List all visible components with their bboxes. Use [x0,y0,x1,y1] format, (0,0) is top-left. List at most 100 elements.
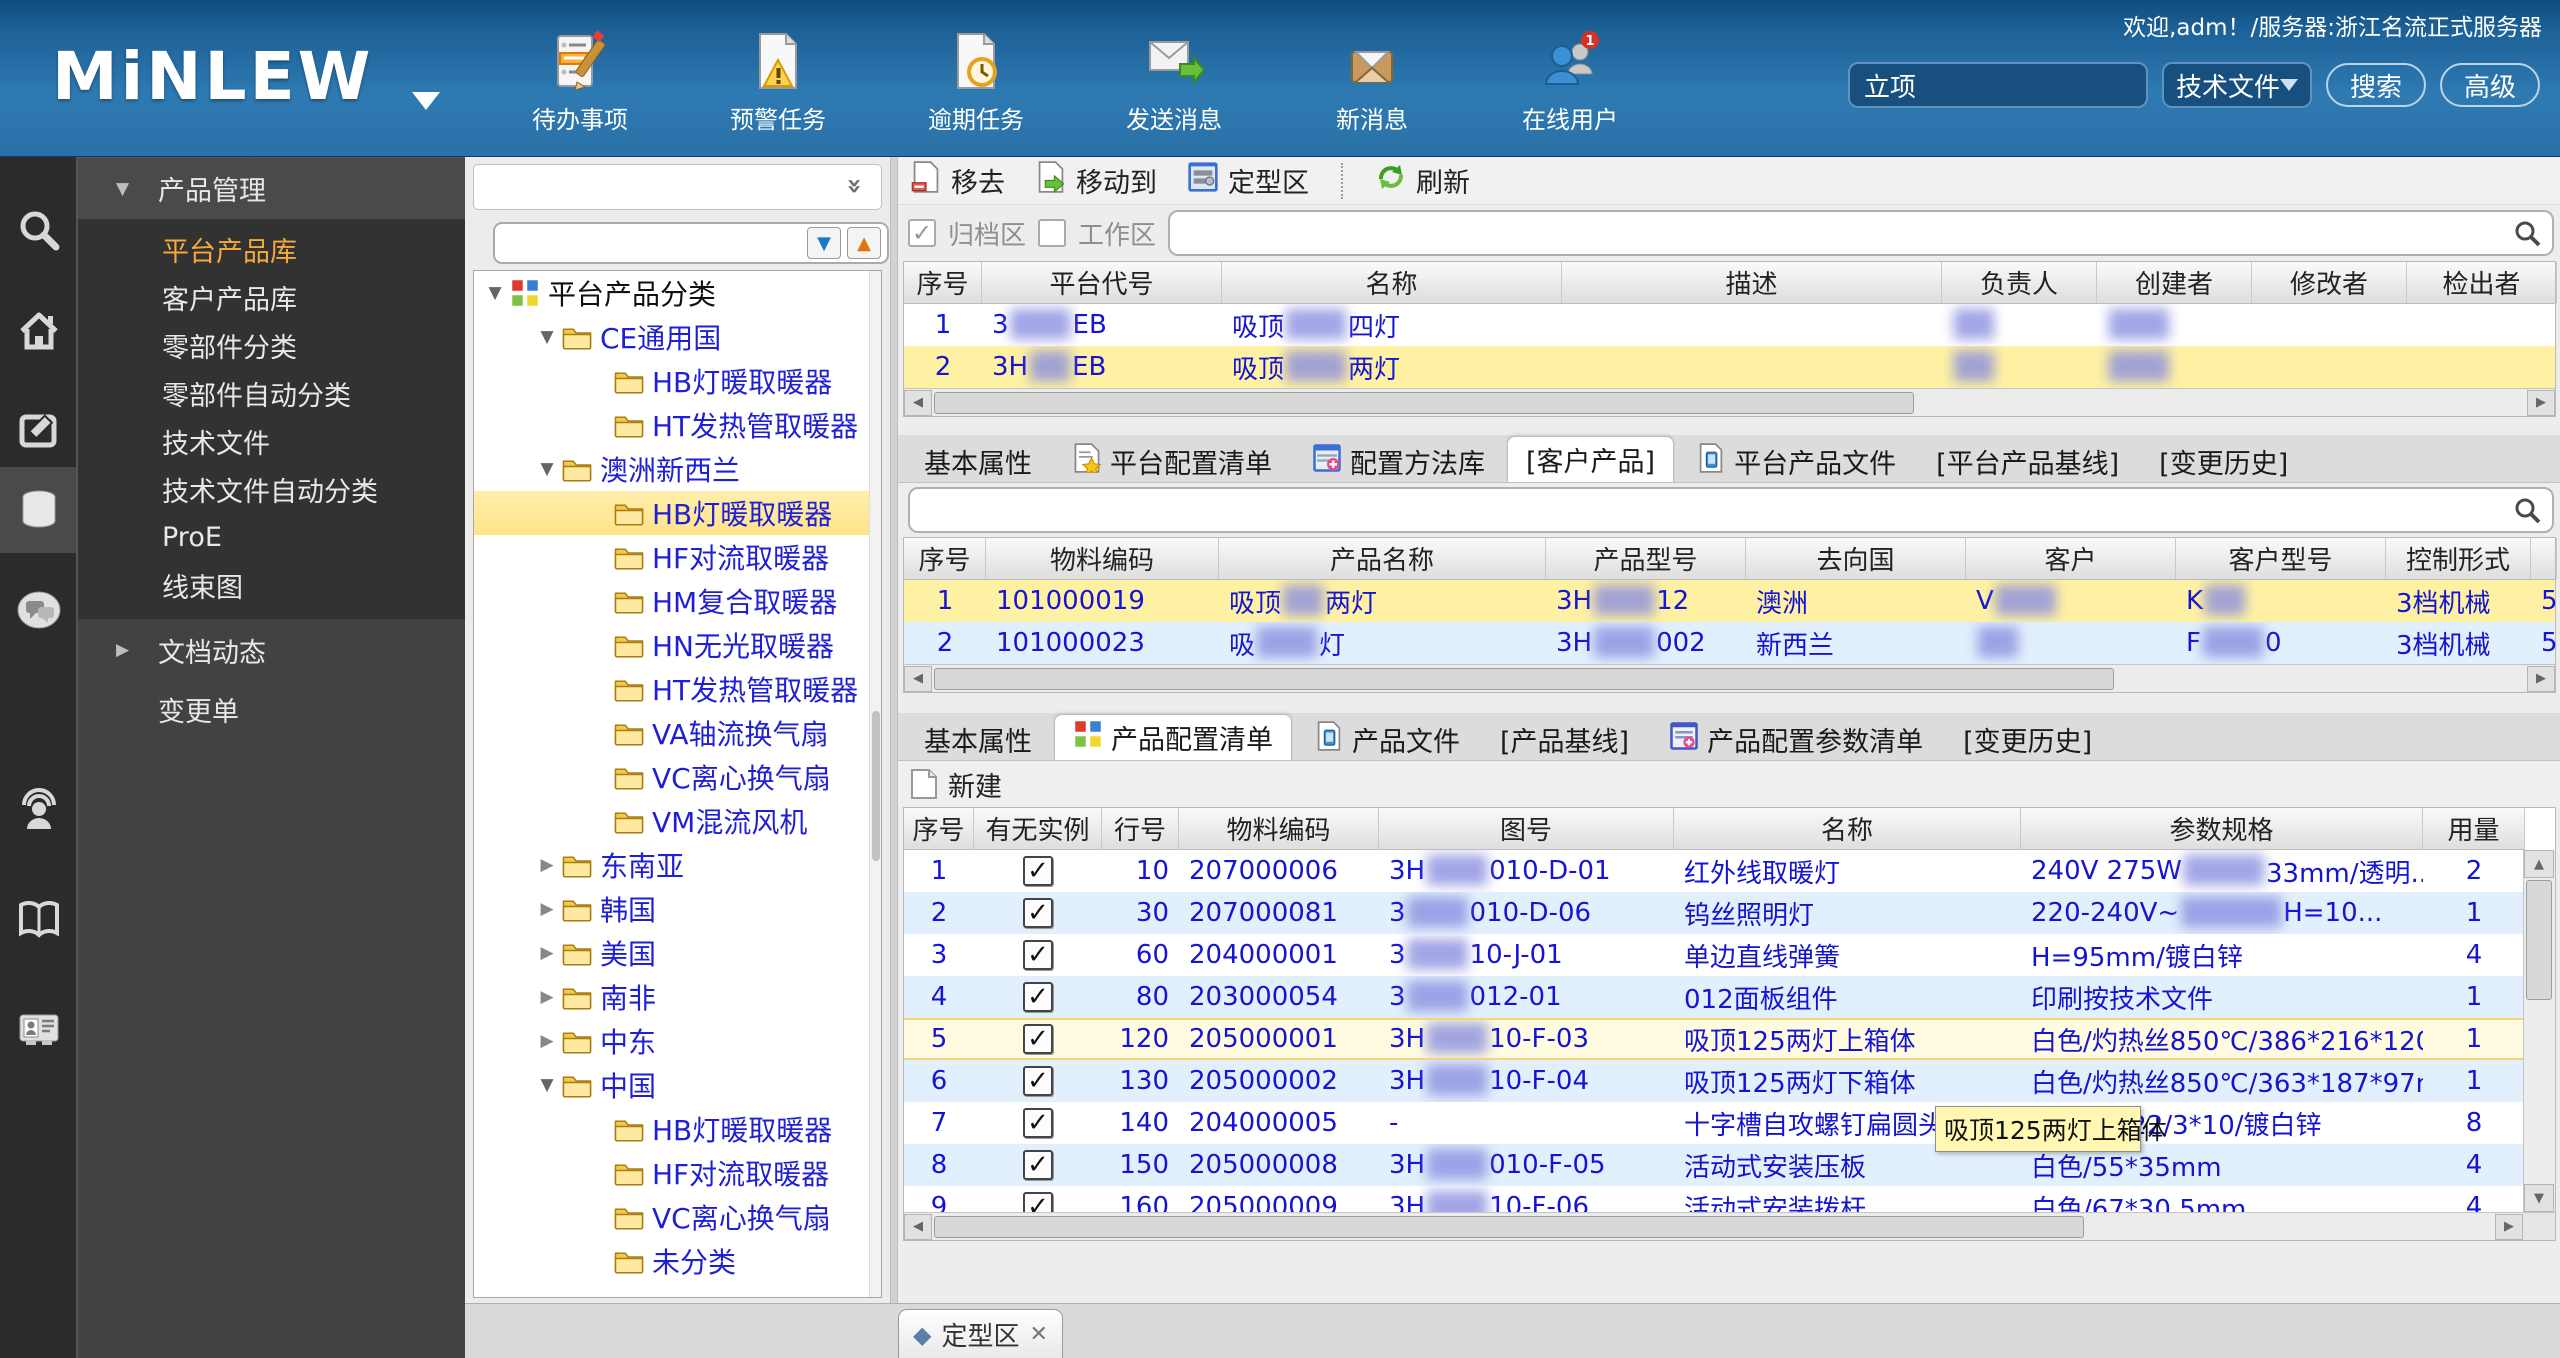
scroll-thumb[interactable] [934,667,2114,690]
column-header[interactable]: 客户 [1966,538,2176,579]
search-category-select[interactable]: 技术文件 [2161,62,2312,108]
table-row[interactable]: 2 3H ██ EB 吸顶 ███ 两灯 ██ ███ [904,346,2555,388]
rail-broadcast-user-icon[interactable] [0,767,78,853]
table-row[interactable]: 8 ✓ 150 205000008 3H ███ 010-F-05 活动式安装压板 白色/55*… [904,1144,2525,1186]
table-row[interactable]: 6 ✓ 130 205000002 3H ███ 10-F-04 吸顶125两灯下箱体 白色/灼… [904,1060,2525,1102]
table-row[interactable]: 2 101000023 吸 ███ 灯 3H ███ 002 新西兰 ██ F ███ 0 3档机械 5 [904,622,2557,664]
column-header[interactable]: 用量 [2423,808,2525,849]
tool-warning-task[interactable]: 预警任务 [703,30,853,135]
advanced-button[interactable]: 高级 [2439,63,2540,107]
expand-closed-icon[interactable]: ▶ [534,855,560,875]
tab[interactable]: 产品配置参数清单 [1651,718,1941,760]
instance-checkbox[interactable]: ✓ [1023,1108,1053,1138]
column-header[interactable]: 物料编码 [1179,808,1379,849]
column-header[interactable]: 序号 [904,808,974,849]
tree-node[interactable]: 未分类 [474,1239,881,1283]
rail-book-icon[interactable] [0,877,78,963]
nav-item[interactable]: ProE [78,513,465,561]
column-header[interactable]: 序号 [904,262,982,303]
column-header[interactable]: 去向国 [1746,538,1966,579]
table-row[interactable]: 4 ✓ 80 203000054 3 ███ 012-01 012面板组件 印刷按技术文件 1 [904,976,2525,1018]
tool-online-users[interactable]: 1 在线用户 [1495,30,1645,135]
column-header[interactable]: 负责人 [1942,262,2097,303]
customer-search-input[interactable] [920,495,2512,525]
tree-node[interactable]: ▼ 澳洲新西兰 [474,447,881,491]
column-header[interactable]: 物料编码 [986,538,1219,579]
filter-up-button[interactable]: ▲ [847,227,881,259]
scroll-right-icon[interactable]: ▶ [2495,1213,2523,1240]
tool-todo[interactable]: 待办事项 [505,30,655,135]
scroll-up-icon[interactable]: ▲ [2524,850,2554,878]
column-header[interactable]: 产品型号 [1546,538,1746,579]
new-button[interactable]: 新建 [948,765,1002,804]
table-row[interactable]: 3 ✓ 60 204000001 3 ███ 10-J-01 单边直线弹簧 H=95mm/镀白锌… [904,934,2525,976]
scroll-right-icon[interactable]: ▶ [2527,389,2555,416]
tree-scroll-thumb[interactable] [872,711,880,861]
tool-new-message[interactable]: 新消息 [1297,30,1447,135]
search-input[interactable] [1847,62,2148,108]
tab[interactable]: 平台配置清单 [1054,440,1290,482]
tab[interactable]: 平台产品文件 [1678,440,1914,482]
instance-checkbox[interactable]: ✓ [1023,940,1053,970]
tree-node[interactable]: HT发热管取暖器 [474,403,881,447]
search-icon[interactable] [2512,495,2542,525]
column-header[interactable]: 修改者 [2252,262,2407,303]
column-header[interactable]: 控制形式 [2386,538,2531,579]
table-row[interactable]: 7 ✓ 140 204000005- 十字槽自攻螺钉扁圆头（T... JIS B 1122… [904,1102,2525,1144]
column-header[interactable]: 平台代号 [982,262,1222,303]
zone-tab[interactable]: ◆ 定型区 ✕ [898,1309,1063,1358]
filter-down-button[interactable]: ▼ [807,227,841,259]
logo-dropdown-icon[interactable] [412,92,440,110]
tab[interactable]: 基本属性 [906,440,1050,482]
column-header[interactable] [2531,538,2557,579]
search-icon[interactable] [2512,218,2542,248]
tree-node[interactable]: ▶ 南非 [474,975,881,1019]
table-row[interactable]: 1 3 ███ EB 吸顶 ███ 四灯 ██ ███ [904,304,2555,346]
instance-checkbox[interactable]: ✓ [1023,1024,1053,1054]
toolbar-zone[interactable]: 定型区 [1187,161,1309,200]
tree-node[interactable]: VM混流风机 [474,799,881,843]
scroll-down-icon[interactable]: ▼ [2524,1184,2554,1212]
toolbar-doc-remove[interactable]: 移去 [910,161,1005,200]
tree-node[interactable]: HB灯暖取暖器 [474,359,881,403]
nav-section-doc-activity[interactable]: ▶ 文档动态 [78,619,465,681]
rail-chat-icon[interactable] [0,567,78,653]
column-header[interactable]: 图号 [1379,808,1674,849]
scroll-thumb[interactable] [934,391,1914,414]
expand-open-icon[interactable]: ▼ [534,1075,560,1095]
tree-node[interactable]: ▼ 中国 [474,1063,881,1107]
expand-open-icon[interactable]: ▼ [534,459,560,479]
scroll-thumb[interactable] [2526,880,2552,1000]
expand-closed-icon[interactable]: ▶ [534,899,560,919]
scroll-thumb[interactable] [934,1215,2084,1238]
expand-open-icon[interactable]: ▼ [534,327,560,347]
rail-id-card-icon[interactable] [0,987,78,1073]
scroll-left-icon[interactable]: ◀ [904,665,932,692]
column-header[interactable]: 客户型号 [2176,538,2386,579]
nav-item[interactable]: 零部件分类 [78,321,465,369]
tree-node[interactable]: HT发热管取暖器 [474,667,881,711]
tree-node[interactable]: ▶ 中东 [474,1019,881,1063]
rail-home-icon[interactable] [0,287,78,373]
scroll-left-icon[interactable]: ◀ [904,389,932,416]
panel-splitter[interactable] [890,157,898,1303]
column-header[interactable]: 检出者 [2407,262,2557,303]
tree-node[interactable]: VC离心换气扇 [474,1195,881,1239]
search-button[interactable]: 搜索 [2325,63,2426,107]
nav-item-change-order[interactable]: 变更单 [78,681,465,737]
column-header[interactable]: 名称 [1222,262,1562,303]
scroll-left-icon[interactable]: ◀ [904,1213,932,1240]
tree-node[interactable]: HN无光取暖器 [474,623,881,667]
tree-scrollbar[interactable] [869,271,881,1297]
instance-checkbox[interactable]: ✓ [1023,856,1053,886]
column-header[interactable]: 参数规格 [2021,808,2423,849]
tree-node[interactable]: HB灯暖取暖器 [474,491,881,535]
table-row[interactable]: 1 101000019 吸顶 ██ 两灯 3H ███ 12 澳洲 V ███ K ██ 3档机械 5 [904,580,2557,622]
column-header[interactable]: 产品名称 [1219,538,1546,579]
instance-checkbox[interactable]: ✓ [1023,898,1053,928]
tab[interactable]: [产品基线] [1482,718,1647,760]
tree-node[interactable]: HF对流取暖器 [474,1151,881,1195]
tab[interactable]: 产品配置清单 [1054,714,1292,760]
tool-overdue-task[interactable]: 逾期任务 [901,30,1051,135]
tab[interactable]: [变更历史] [2141,440,2306,482]
